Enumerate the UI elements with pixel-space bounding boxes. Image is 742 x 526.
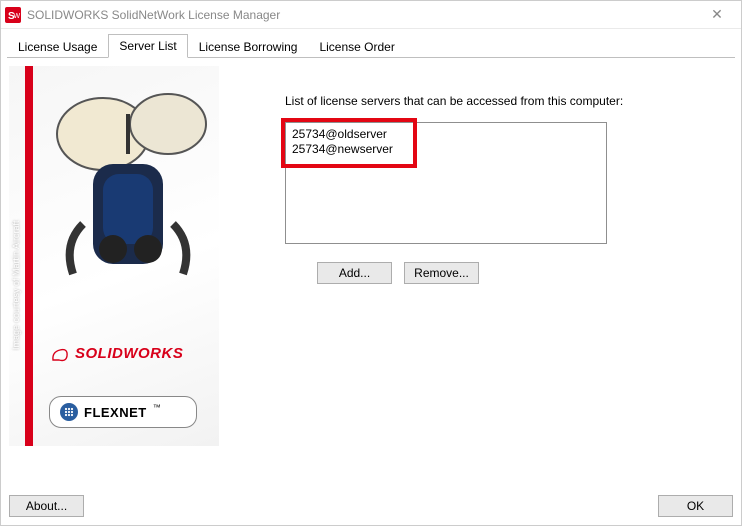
server-listbox[interactable]: 25734@oldserver 25734@newserver <box>285 122 607 244</box>
tabbar: License Usage Server List License Borrow… <box>1 29 741 57</box>
server-list-panel: List of license servers that can be acce… <box>227 66 733 481</box>
svg-text:W: W <box>14 13 21 20</box>
tabpanel-server-list: Image courtesy of Martin Aircraft SOLIDW… <box>1 58 741 489</box>
tab-license-order[interactable]: License Order <box>308 35 405 58</box>
flexnet-logo: FLEXNET ™ <box>49 396 197 428</box>
hero-illustration-icon <box>33 74 219 334</box>
server-list-item[interactable]: 25734@oldserver <box>292 127 600 142</box>
solidworks-logo-text: SOLIDWORKS <box>75 345 183 362</box>
image-credit: Image courtesy of Martin Aircraft <box>11 220 21 350</box>
close-icon[interactable]: ✕ <box>697 6 737 23</box>
tab-server-list[interactable]: Server List <box>108 34 187 58</box>
solidworks-logo: SOLIDWORKS <box>51 345 183 362</box>
red-strip <box>25 66 33 446</box>
app-icon: S W <box>5 7 21 23</box>
content: License Usage Server List License Borrow… <box>1 29 741 525</box>
footer: About... OK <box>1 489 741 525</box>
button-row: Add... Remove... <box>285 262 709 284</box>
about-button[interactable]: About... <box>9 495 84 517</box>
flexnet-text: FLEXNET <box>84 405 147 420</box>
hero-image: Image courtesy of Martin Aircraft SOLIDW… <box>9 66 219 446</box>
add-button[interactable]: Add... <box>317 262 392 284</box>
flexnet-tm: ™ <box>153 403 162 412</box>
tab-license-usage[interactable]: License Usage <box>7 35 108 58</box>
window-title: SOLIDWORKS SolidNetWork License Manager <box>27 8 697 22</box>
ok-button[interactable]: OK <box>658 495 733 517</box>
window: S W SOLIDWORKS SolidNetWork License Mana… <box>0 0 742 526</box>
tab-license-borrowing[interactable]: License Borrowing <box>188 35 309 58</box>
server-list-caption: List of license servers that can be acce… <box>285 94 709 108</box>
server-list-item[interactable]: 25734@newserver <box>292 142 600 157</box>
flexnet-grid-icon <box>60 403 78 421</box>
remove-button[interactable]: Remove... <box>404 262 479 284</box>
titlebar: S W SOLIDWORKS SolidNetWork License Mana… <box>1 1 741 29</box>
